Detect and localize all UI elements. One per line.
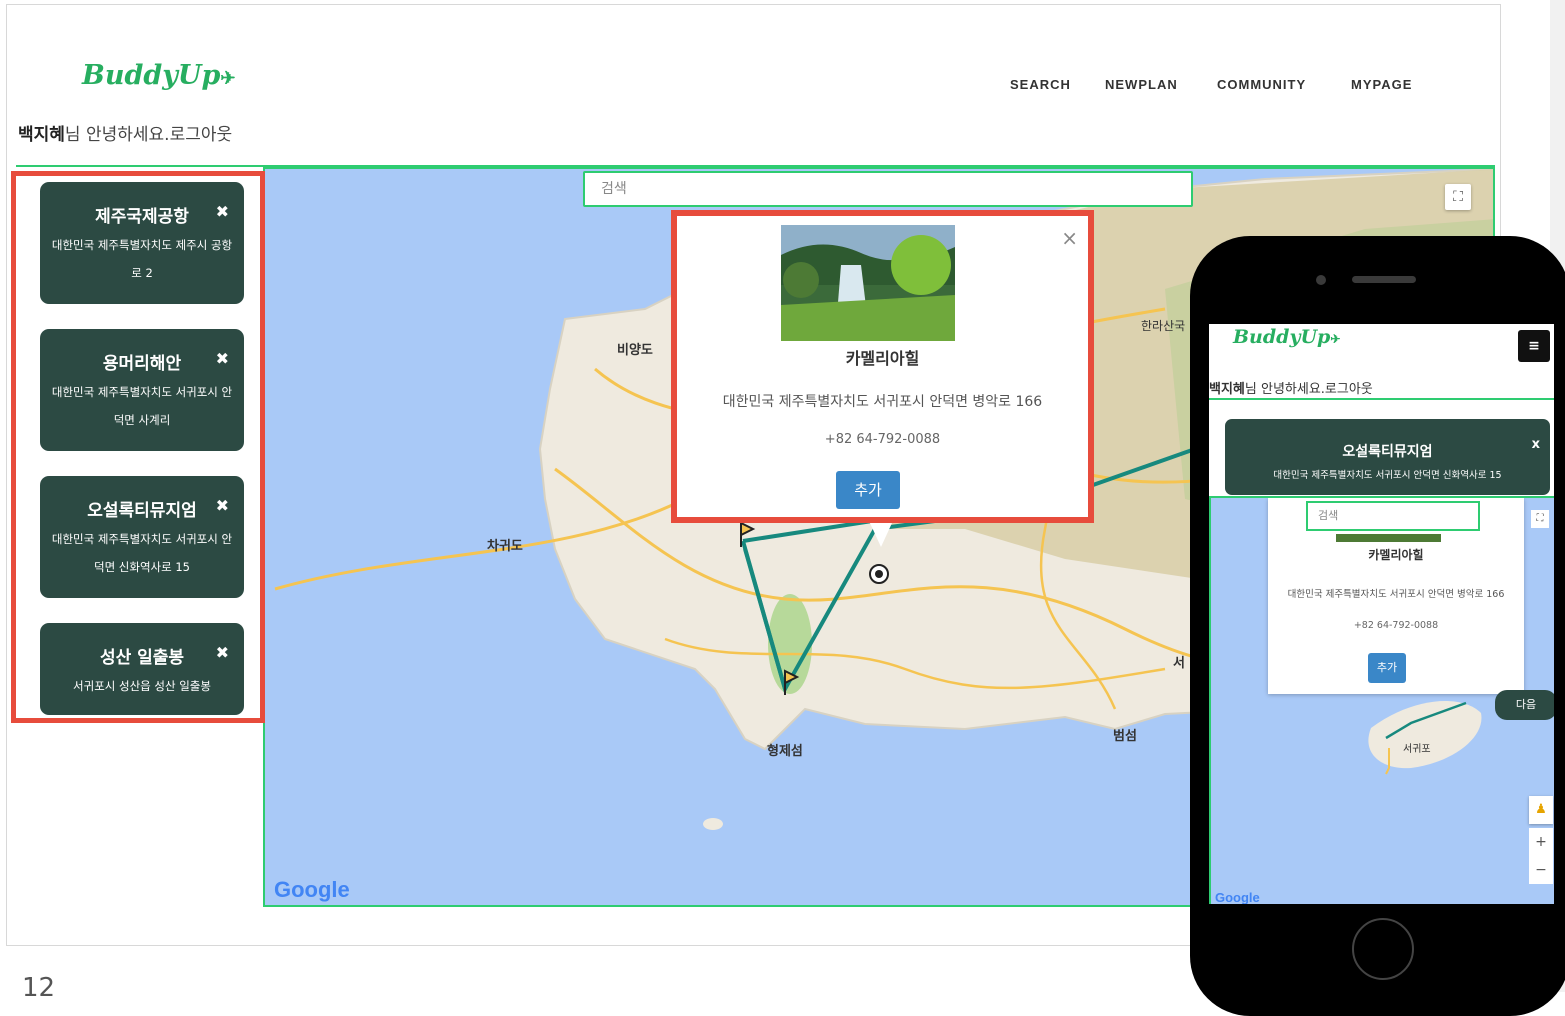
plane-icon: ✈	[1330, 332, 1341, 346]
mobile-google-logo: Google	[1215, 890, 1260, 904]
fullscreen-icon[interactable]: ⛶	[1445, 184, 1471, 210]
google-logo: Google	[274, 877, 350, 903]
popup-pointer	[870, 523, 892, 547]
popup-place-address: 대한민국 제주특별자치도 서귀포시 안덕면 병악로 166	[722, 394, 1043, 410]
map-label-hallasan: 한라산국	[1141, 319, 1186, 333]
remove-icon[interactable]: ✖	[216, 643, 229, 662]
plane-icon: ✈	[220, 68, 236, 89]
plan-card-address: 대한민국 제주특별자치도 서귀포시 안덕면 신화역사로 15	[51, 532, 233, 574]
remove-icon[interactable]: ✖	[216, 349, 229, 368]
map-label-biyangdo: 비양도	[617, 343, 653, 358]
plan-card-name: 제주국제공항	[95, 207, 189, 227]
map-search-input[interactable]: 검색	[583, 171, 1193, 207]
mobile-user-name: 백지혜	[1209, 382, 1245, 397]
nav-search[interactable]: SEARCH	[1010, 77, 1071, 92]
mobile-divider	[1209, 398, 1554, 400]
page-number: 12	[22, 973, 56, 1003]
mobile-screen: BuddyUp✈ ≡ 백지혜님 안녕하세요.로그아웃 오설록티뮤지엄 대한민국 …	[1209, 324, 1554, 904]
place-photo	[781, 225, 955, 341]
mobile-logout-link[interactable]: 님 안녕하세요.로그아웃	[1245, 382, 1373, 397]
phone-camera	[1316, 275, 1326, 285]
logo-text: BuddyUp	[82, 60, 221, 91]
mobile-popup-address: 대한민국 제주특별자치도 서귀포시 안덕면 병악로 166	[1287, 589, 1505, 600]
mobile-plan-card[interactable]: 오설록티뮤지엄 대한민국 제주특별자치도 서귀포시 안덕면 신화역사로 15 x	[1225, 419, 1550, 495]
plan-sidebar: 제주국제공항 ✖ 대한민국 제주특별자치도 제주시 공항로 2 용머리해안 ✖ …	[11, 171, 265, 723]
popup-place-phone: +82 64-792-0088	[824, 432, 941, 447]
plan-card-name: 오설록티뮤지엄	[87, 501, 197, 521]
mobile-remove-icon[interactable]: x	[1532, 437, 1540, 452]
mobile-logo[interactable]: BuddyUp✈	[1233, 326, 1340, 348]
plan-card-name: 용머리해안	[102, 354, 182, 374]
mobile-fullscreen-icon[interactable]: ⛶	[1531, 510, 1549, 528]
add-place-button[interactable]: 추가	[836, 471, 900, 509]
map-label-chagwido: 차귀도	[487, 539, 523, 554]
user-name: 백지혜	[18, 125, 65, 145]
remove-icon[interactable]: ✖	[216, 496, 229, 515]
mobile-plan-card-name: 오설록티뮤지엄	[1342, 444, 1433, 460]
mobile-map-label-seogwipo: 서귀포	[1403, 744, 1431, 755]
phone-speaker	[1352, 276, 1416, 283]
map-label-hyeongjeseom: 형제섬	[767, 744, 803, 759]
zoom-in-icon[interactable]: +	[1529, 828, 1553, 856]
plan-card[interactable]: 오설록티뮤지엄 ✖ 대한민국 제주특별자치도 서귀포시 안덕면 신화역사로 15	[40, 476, 244, 598]
mobile-place-photo	[1336, 534, 1441, 542]
google-logo-text: Google	[274, 877, 350, 902]
mobile-popup-title: 카멜리아힐	[1368, 548, 1424, 562]
plan-card[interactable]: 성산 일출봉 ✖ 서귀포시 성산읍 성산 일출봉	[40, 623, 244, 715]
place-info-popup: × 카멜리아힐 대한민국 제주특별자치도 서귀포시 안덕면 병악로 166 +8…	[671, 210, 1094, 523]
plan-card[interactable]: 용머리해안 ✖ 대한민국 제주특별자치도 서귀포시 안덕면 사계리	[40, 329, 244, 451]
map-label-seo: 서	[1173, 656, 1185, 671]
mobile-add-button[interactable]: 추가	[1368, 653, 1406, 683]
plan-card-address: 서귀포시 성산읍 성산 일출봉	[73, 679, 211, 693]
next-button[interactable]: 다음	[1495, 690, 1554, 720]
site-logo[interactable]: BuddyUp✈	[82, 60, 235, 91]
map-label-beomseom: 범섬	[1113, 729, 1137, 744]
phone-home-button	[1352, 918, 1414, 980]
popup-place-title: 카멜리아힐	[845, 349, 920, 368]
mobile-map-view[interactable]: 카멜리아힐 대한민국 제주특별자치도 서귀포시 안덕면 병악로 166 +82 …	[1209, 496, 1554, 904]
nav-mypage[interactable]: MYPAGE	[1351, 77, 1412, 92]
plan-card-address: 대한민국 제주특별자치도 제주시 공항로 2	[51, 238, 233, 280]
mobile-plan-card-address: 대한민국 제주특별자치도 서귀포시 안덕면 신화역사로 15	[1273, 470, 1502, 481]
greeting: 백지혜님 안녕하세요.로그아웃	[18, 120, 232, 145]
nav-community[interactable]: COMMUNITY	[1217, 77, 1306, 92]
nav-newplan[interactable]: NEWPLAN	[1105, 77, 1178, 92]
mobile-popup-phone: +82 64-792-0088	[1353, 620, 1439, 631]
mobile-greeting: 백지혜님 안녕하세요.로그아웃	[1209, 378, 1373, 397]
greeting-logout-link[interactable]: 님 안녕하세요.로그아웃	[65, 125, 232, 145]
menu-icon[interactable]: ≡	[1518, 330, 1550, 362]
mobile-search-input[interactable]: 검색	[1306, 501, 1480, 531]
plan-card[interactable]: 제주국제공항 ✖ 대한민국 제주특별자치도 제주시 공항로 2	[40, 182, 244, 304]
remove-icon[interactable]: ✖	[216, 202, 229, 221]
plan-card-name: 성산 일출봉	[99, 648, 185, 668]
plan-card-address: 대한민국 제주특별자치도 서귀포시 안덕면 사계리	[51, 385, 233, 427]
pegman-icon[interactable]: ♟	[1529, 796, 1553, 824]
mobile-logo-text: BuddyUp	[1233, 326, 1331, 348]
zoom-out-icon[interactable]: −	[1529, 856, 1553, 884]
popup-close-icon[interactable]: ×	[1061, 226, 1078, 250]
